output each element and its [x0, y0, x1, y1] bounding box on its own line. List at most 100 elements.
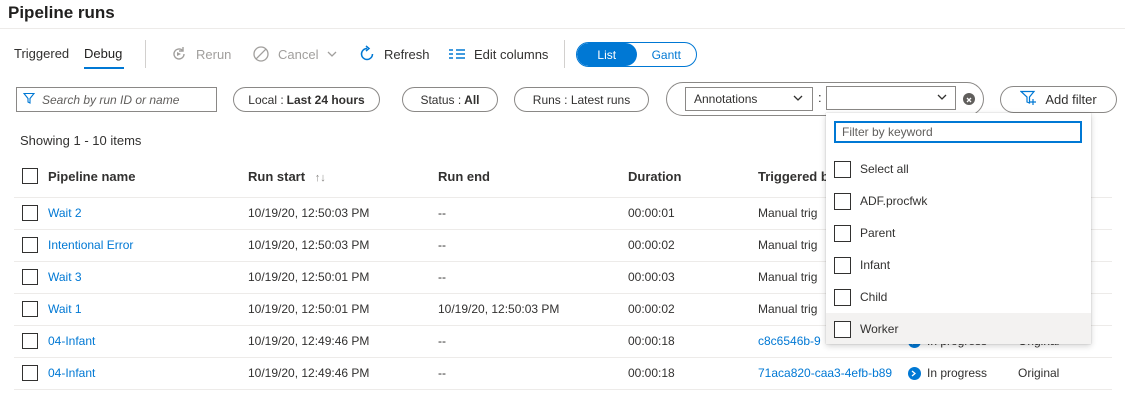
- columns-icon: [448, 47, 466, 61]
- row-checkbox[interactable]: [22, 205, 38, 221]
- search-input[interactable]: [42, 92, 212, 107]
- run-id-link[interactable]: 71aca820-caa3-4efb-b89: [758, 366, 892, 380]
- chevron-down-icon: [326, 48, 338, 60]
- option-label: Select all: [860, 162, 909, 176]
- title-divider: [0, 28, 1125, 29]
- option-adf-procfwk[interactable]: ADF.procfwk: [826, 185, 1091, 217]
- run-start: 10/19/20, 12:50:03 PM: [248, 238, 370, 252]
- runs-filter-value: Latest runs: [570, 92, 631, 107]
- row-checkbox[interactable]: [22, 333, 38, 349]
- local-filter-value: Last 24 hours: [286, 92, 365, 107]
- view-toggle: List Gantt: [576, 42, 697, 67]
- pipeline-name-link[interactable]: 04-Infant: [48, 366, 95, 380]
- option-checkbox[interactable]: [834, 160, 851, 178]
- rerun-button[interactable]: Rerun: [170, 44, 231, 64]
- duration: 00:00:18: [628, 366, 675, 380]
- edit-columns-label: Edit columns: [474, 46, 549, 62]
- page-title: Pipeline runs: [8, 3, 115, 22]
- refresh-icon: [358, 45, 376, 63]
- duration: 00:00:03: [628, 270, 675, 284]
- refresh-button[interactable]: Refresh: [358, 44, 430, 64]
- pipeline-name-link[interactable]: Wait 2: [48, 206, 82, 220]
- run-end: --: [438, 238, 446, 252]
- option-child[interactable]: Child: [826, 281, 1091, 313]
- annotations-value-select[interactable]: [826, 86, 956, 110]
- runs-filter[interactable]: Runs : Latest runs: [514, 87, 649, 112]
- option-checkbox[interactable]: [834, 192, 851, 210]
- add-filter-button[interactable]: Add filter: [1000, 86, 1117, 113]
- close-icon: [965, 92, 973, 107]
- chevron-down-icon: [936, 91, 948, 106]
- add-filter-label: Add filter: [1045, 92, 1097, 107]
- option-checkbox[interactable]: [834, 256, 851, 274]
- option-parent[interactable]: Parent: [826, 217, 1091, 249]
- run-start: 10/19/20, 12:49:46 PM: [248, 334, 370, 348]
- add-filter-icon: [1019, 90, 1038, 109]
- run-end: --: [438, 334, 446, 348]
- run-end: --: [438, 206, 446, 220]
- list-view-option[interactable]: List: [577, 43, 637, 66]
- option-label: Parent: [860, 226, 896, 240]
- run-start: 10/19/20, 12:49:46 PM: [248, 366, 370, 380]
- local-filter-key: Local: [248, 92, 277, 107]
- duration: 00:00:01: [628, 206, 675, 220]
- annotations-select[interactable]: Annotations: [685, 87, 813, 111]
- filter-icon: [22, 92, 36, 107]
- option-infant[interactable]: Infant: [826, 249, 1091, 281]
- run-start: 10/19/20, 12:50:01 PM: [248, 270, 370, 284]
- annotations-dropdown: Select all ADF.procfwk Parent Infant Chi…: [826, 113, 1091, 344]
- search-box: [16, 87, 217, 112]
- gantt-view-option[interactable]: Gantt: [637, 43, 697, 66]
- option-worker[interactable]: Worker: [826, 313, 1091, 344]
- option-checkbox[interactable]: [834, 224, 851, 242]
- cancel-label: Cancel: [278, 46, 319, 62]
- duration: 00:00:02: [628, 238, 675, 252]
- option-label: Infant: [860, 258, 891, 272]
- annotations-separator: :: [818, 90, 822, 105]
- table-row[interactable]: 04-Infant 10/19/20, 12:49:46 PM -- 00:00…: [14, 358, 1112, 390]
- pipeline-name-link[interactable]: Wait 1: [48, 302, 82, 316]
- option-label: ADF.procfwk: [860, 194, 928, 208]
- edit-columns-button[interactable]: Edit columns: [448, 44, 548, 64]
- rerun-label: Rerun: [196, 46, 232, 62]
- status-filter-key: Status: [420, 92, 455, 107]
- option-label: Worker: [860, 322, 899, 336]
- run-status-label: In progress: [927, 366, 988, 380]
- option-checkbox[interactable]: [834, 288, 851, 306]
- run-type: Original: [1018, 366, 1060, 380]
- tab-active-indicator: [84, 67, 124, 69]
- cancel-icon: [252, 45, 270, 63]
- pipeline-name-link[interactable]: Intentional Error: [48, 238, 133, 252]
- runs-filter-key: Runs: [532, 92, 561, 107]
- cancel-button[interactable]: Cancel: [252, 44, 338, 64]
- local-time-filter[interactable]: Local : Last 24 hours: [233, 87, 380, 112]
- in-progress-icon: [908, 366, 921, 380]
- run-end: 10/19/20, 12:50:03 PM: [438, 302, 560, 316]
- rerun-icon: [170, 45, 188, 63]
- row-checkbox[interactable]: [22, 237, 38, 253]
- refresh-label: Refresh: [384, 46, 430, 62]
- tab-debug[interactable]: Debug: [84, 46, 122, 61]
- tab-triggered[interactable]: Triggered: [14, 46, 69, 61]
- chevron-down-icon: [792, 92, 804, 107]
- option-select-all[interactable]: Select all: [826, 153, 1091, 185]
- run-end: --: [438, 366, 446, 380]
- row-checkbox[interactable]: [22, 365, 38, 381]
- duration: 00:00:18: [628, 334, 675, 348]
- pipeline-name-link[interactable]: Wait 3: [48, 270, 82, 284]
- run-end: --: [438, 270, 446, 284]
- duration: 00:00:02: [628, 302, 675, 316]
- pipeline-name-link[interactable]: 04-Infant: [48, 334, 95, 348]
- row-checkbox[interactable]: [22, 269, 38, 285]
- status-filter[interactable]: Status : All: [402, 87, 498, 112]
- items-count: Showing 1 - 10 items: [20, 133, 142, 148]
- keyword-filter-input[interactable]: [834, 121, 1082, 143]
- clear-filter-button[interactable]: [963, 93, 975, 105]
- option-label: Child: [860, 290, 888, 304]
- triggered-by: Manual trig: [758, 206, 818, 220]
- triggered-by: Manual trig: [758, 270, 818, 284]
- row-checkbox[interactable]: [22, 301, 38, 317]
- run-id-link[interactable]: c8c6546b-9: [758, 334, 821, 348]
- option-checkbox[interactable]: [834, 320, 851, 338]
- status-filter-value: All: [464, 92, 480, 107]
